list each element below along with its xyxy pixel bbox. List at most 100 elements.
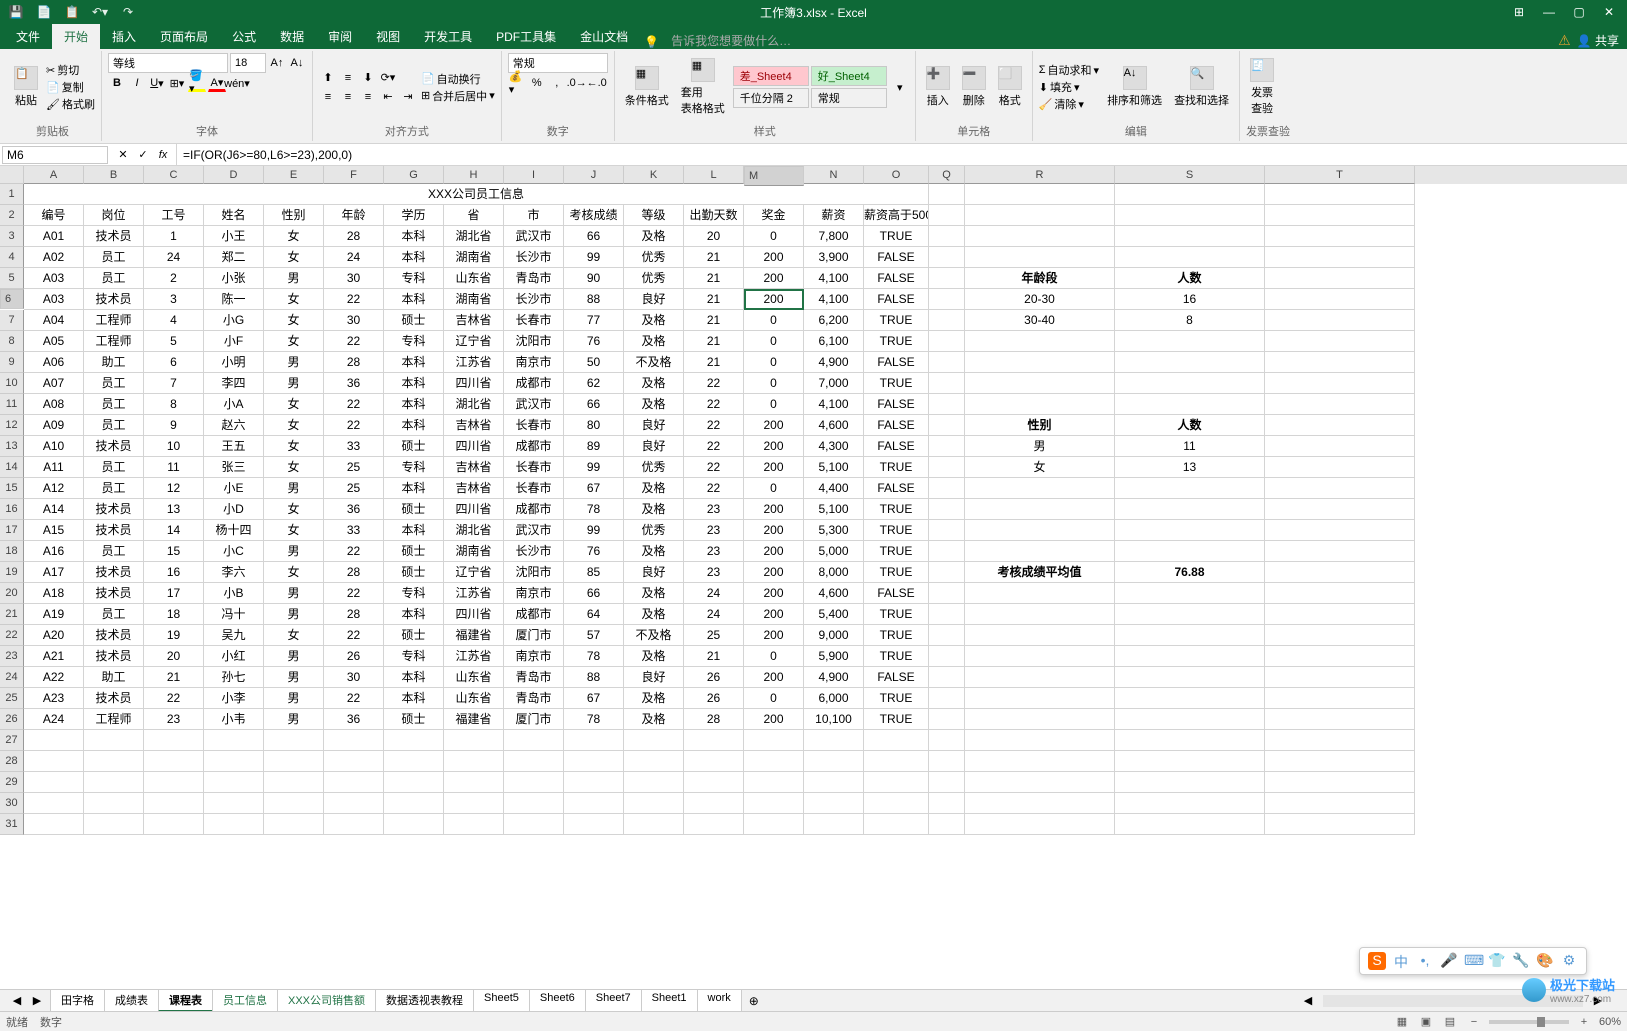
table-format-button[interactable]: ▦套用 表格格式 — [677, 56, 729, 118]
cell[interactable]: 张三 — [204, 457, 264, 478]
cell[interactable]: 冯十 — [204, 604, 264, 625]
cell[interactable]: A03 — [24, 289, 84, 310]
cell[interactable]: 湖南省 — [444, 289, 504, 310]
cell[interactable] — [965, 814, 1115, 835]
cell[interactable]: 22 — [324, 541, 384, 562]
cell[interactable]: 21 — [684, 247, 744, 268]
ime-keyboard-icon[interactable]: ⌨ — [1464, 952, 1482, 970]
cell[interactable]: 良好 — [624, 562, 684, 583]
cell[interactable]: 36 — [324, 499, 384, 520]
cell[interactable] — [684, 772, 744, 793]
cell[interactable] — [1265, 289, 1415, 310]
cell[interactable]: 女 — [264, 625, 324, 646]
cell[interactable] — [1265, 247, 1415, 268]
cell[interactable]: 0 — [744, 226, 804, 247]
cell[interactable]: 5,100 — [804, 457, 864, 478]
cell[interactable] — [965, 373, 1115, 394]
cell[interactable]: 专科 — [384, 583, 444, 604]
cell[interactable]: 200 — [744, 289, 804, 310]
cell[interactable]: 及格 — [624, 688, 684, 709]
cell[interactable]: 11 — [144, 457, 204, 478]
header-cell[interactable] — [929, 205, 965, 226]
paste-button[interactable]: 📋粘贴 — [10, 64, 42, 110]
increase-font-icon[interactable]: A↑ — [268, 54, 286, 72]
cell[interactable] — [204, 730, 264, 751]
cell[interactable]: 工程师 — [84, 331, 144, 352]
tab-view[interactable]: 视图 — [364, 24, 412, 49]
cell[interactable]: 良好 — [624, 289, 684, 310]
cell[interactable]: 25 — [684, 625, 744, 646]
cell[interactable]: 0 — [744, 331, 804, 352]
cell[interactable]: 200 — [744, 436, 804, 457]
cell[interactable] — [444, 751, 504, 772]
cell[interactable]: 年龄段 — [965, 268, 1115, 289]
undo-icon[interactable]: ↶▾ — [90, 2, 110, 22]
cell[interactable]: 4,100 — [804, 268, 864, 289]
cell[interactable]: 6,100 — [804, 331, 864, 352]
row-header[interactable]: 5 — [0, 268, 24, 289]
fill-color-button[interactable]: 🪣▾ — [188, 74, 206, 92]
cell[interactable]: 员工 — [84, 373, 144, 394]
cell[interactable]: 小红 — [204, 646, 264, 667]
cell[interactable]: 22 — [684, 457, 744, 478]
cell[interactable] — [929, 457, 965, 478]
cell[interactable]: 2 — [144, 268, 204, 289]
fill-button[interactable]: ⬇ 填充 ▾ — [1039, 79, 1099, 95]
cell[interactable] — [1115, 751, 1265, 772]
tab-file[interactable]: 文件 — [4, 24, 52, 49]
cell[interactable] — [324, 814, 384, 835]
cell[interactable] — [1115, 226, 1265, 247]
quick-icon-1[interactable]: 📄 — [34, 2, 54, 22]
cell[interactable] — [965, 751, 1115, 772]
row-header[interactable]: 23 — [0, 646, 24, 667]
cell[interactable]: 26 — [324, 646, 384, 667]
add-sheet-button[interactable]: ⊕ — [741, 992, 767, 1010]
row-header[interactable]: 8 — [0, 331, 24, 352]
cell[interactable]: 23 — [684, 541, 744, 562]
cell[interactable]: 4,400 — [804, 478, 864, 499]
cell[interactable]: 76.88 — [1115, 562, 1265, 583]
find-select-button[interactable]: 🔍查找和选择 — [1170, 64, 1233, 110]
cell[interactable] — [929, 331, 965, 352]
cell[interactable] — [965, 583, 1115, 604]
header-cell[interactable]: 省 — [444, 205, 504, 226]
cell[interactable]: 技术员 — [84, 646, 144, 667]
cell[interactable]: 18 — [144, 604, 204, 625]
enter-formula-icon[interactable]: ✓ — [134, 146, 152, 164]
header-cell[interactable]: 性别 — [264, 205, 324, 226]
cell[interactable]: A01 — [24, 226, 84, 247]
cell[interactable]: 吉林省 — [444, 415, 504, 436]
underline-button[interactable]: U▾ — [148, 74, 166, 92]
cell[interactable] — [1265, 604, 1415, 625]
cell[interactable]: A21 — [24, 646, 84, 667]
cell[interactable] — [384, 772, 444, 793]
cell[interactable]: 23 — [684, 499, 744, 520]
cell[interactable]: 200 — [744, 247, 804, 268]
cell[interactable] — [444, 793, 504, 814]
cell[interactable]: 80 — [564, 415, 624, 436]
tab-layout[interactable]: 页面布局 — [148, 24, 220, 49]
share-button[interactable]: 👤 共享 — [1577, 32, 1619, 49]
cell[interactable]: TRUE — [864, 310, 929, 331]
tab-review[interactable]: 审阅 — [316, 24, 364, 49]
cell[interactable]: 21 — [684, 646, 744, 667]
view-page-icon[interactable]: ▣ — [1417, 1013, 1435, 1031]
cell[interactable]: 男 — [264, 646, 324, 667]
cell[interactable] — [929, 604, 965, 625]
cell[interactable] — [564, 814, 624, 835]
col-header-R[interactable]: R — [965, 166, 1115, 184]
cell[interactable] — [84, 814, 144, 835]
merge-center-button[interactable]: ⊞ 合并后居中 ▾ — [421, 88, 495, 104]
row-header[interactable]: 9 — [0, 352, 24, 373]
cell[interactable]: TRUE — [864, 709, 929, 730]
cell[interactable]: 及格 — [624, 331, 684, 352]
cell[interactable] — [504, 730, 564, 751]
cell[interactable]: FALSE — [864, 583, 929, 604]
cell[interactable] — [264, 793, 324, 814]
zoom-in-icon[interactable]: + — [1575, 1013, 1593, 1031]
cell[interactable]: 200 — [744, 520, 804, 541]
cell[interactable] — [929, 688, 965, 709]
cell[interactable]: FALSE — [864, 289, 929, 310]
cell[interactable]: 及格 — [624, 541, 684, 562]
cell[interactable]: 男 — [264, 541, 324, 562]
